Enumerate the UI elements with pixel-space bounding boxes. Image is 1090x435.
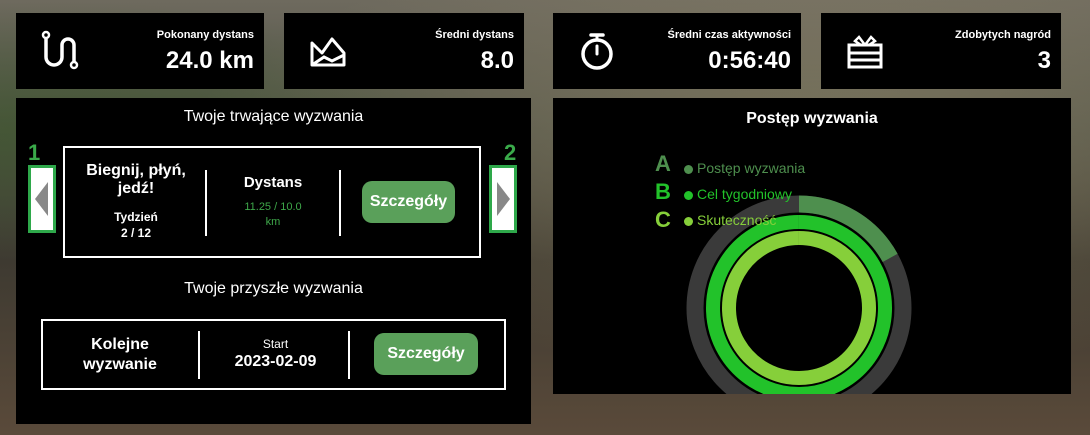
start-date: 2023-02-09 — [234, 353, 317, 370]
ongoing-title: Twoje trwające wyzwania — [183, 108, 364, 125]
metric-value: 11.25 / 10.0 km — [244, 201, 302, 228]
stat-card-distance: Pokonany dystans 24.0 km — [16, 13, 264, 89]
legend-dot — [684, 164, 693, 174]
progress-ring-chart — [686, 195, 912, 394]
chevron-left-icon — [35, 182, 48, 216]
legend-letter-c: C — [655, 207, 671, 232]
legend-label: Cel tygodniowy — [697, 186, 792, 202]
legend-letter-a: A — [655, 151, 671, 176]
legend-dot — [684, 216, 693, 226]
legend-item-effectiveness: Skuteczność — [684, 212, 776, 228]
legend-item-weekly-goal: Cel tygodniowy — [684, 186, 792, 202]
stat-label: Pokonany dystans — [156, 29, 254, 41]
legend-item-progress: Postęp wyzwania — [684, 160, 805, 176]
divider — [205, 170, 207, 236]
legend-label: Skuteczność — [697, 212, 777, 228]
divider — [348, 331, 350, 379]
stat-card-avg-distance: Średni dystans 8.0 — [284, 13, 524, 89]
stat-label: Zdobytych nagród — [955, 29, 1051, 41]
stat-value: 3 — [1037, 47, 1051, 74]
ongoing-challenge-card: Biegnij, płyń, jedź! Tydzień 2 / 12 Dyst… — [63, 146, 481, 258]
prev-challenge-button[interactable] — [28, 165, 56, 233]
divider — [198, 331, 200, 379]
stat-card-rewards: Zdobytych nagród 3 — [821, 13, 1061, 89]
slide-number-left: 1 — [28, 140, 41, 165]
legend-dot — [684, 190, 693, 200]
stat-value: 24.0 km — [165, 47, 254, 74]
stat-label: Średni dystans — [435, 29, 514, 41]
challenges-panel: Twoje trwające wyzwania 1 Biegnij, płyń,… — [16, 98, 531, 424]
challenge-name: Biegnij, płyń, jedź! — [86, 162, 186, 197]
divider — [339, 170, 341, 236]
future-challenge-card: Kolejne wyzwanie Start 2023-02-09 Szczeg… — [41, 319, 506, 390]
route-icon — [41, 30, 79, 70]
next-challenge-button[interactable] — [489, 165, 517, 233]
week-value: 2 / 12 — [120, 226, 152, 240]
future-challenge-name: Kolejne wyzwanie — [83, 336, 157, 373]
legend-label: Postęp wyzwania — [697, 160, 806, 176]
stat-value: 8.0 — [480, 47, 514, 74]
stopwatch-icon — [581, 33, 613, 70]
ring-b — [706, 215, 892, 394]
stat-card-avg-time: Średni czas aktywności 0:56:40 — [553, 13, 801, 89]
slide-number-right: 2 — [504, 140, 517, 165]
legend-letter-b: B — [655, 179, 671, 204]
stat-value: 0:56:40 — [708, 47, 791, 74]
future-details-button[interactable]: Szczegóły — [374, 333, 478, 375]
gift-icon — [847, 35, 883, 69]
chevron-right-icon — [497, 182, 510, 216]
week-label: Tydzień — [114, 210, 158, 224]
start-label: Start — [262, 337, 289, 351]
progress-panel: Postęp wyzwania A B C Postęp wyzwania Ce… — [553, 98, 1071, 394]
ongoing-details-button[interactable]: Szczegóły — [362, 181, 455, 223]
ring-c — [721, 231, 876, 385]
metric-label: Dystans — [243, 174, 303, 191]
stat-label: Średni czas aktywności — [667, 29, 792, 41]
future-title: Twoje przyszłe wyzwania — [184, 280, 363, 297]
terrain-icon — [310, 37, 346, 67]
